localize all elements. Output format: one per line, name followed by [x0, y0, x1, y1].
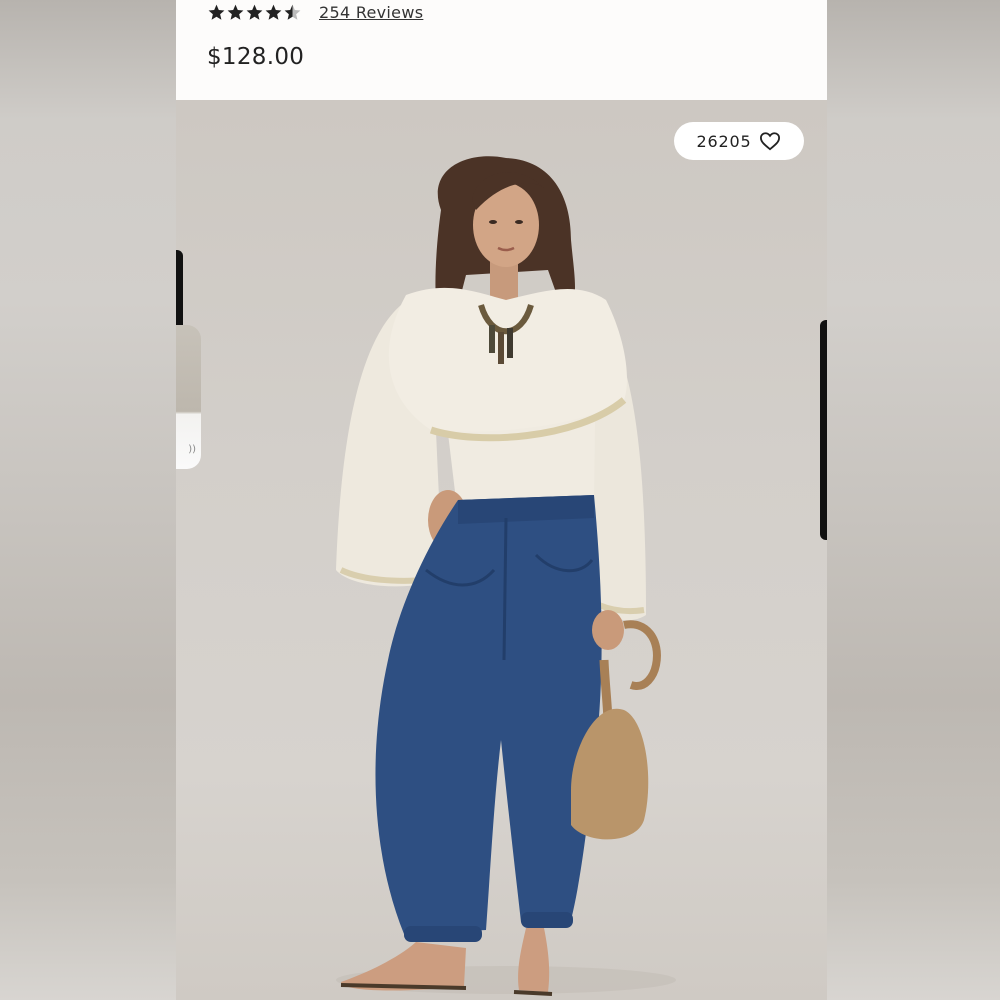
heart-outline-icon	[760, 132, 781, 151]
half-star-icon	[284, 4, 301, 20]
product-screen: 254 Reviews $128.00)) 26205	[176, 0, 827, 1000]
star-icon	[246, 4, 263, 20]
product-info-header: 254 Reviews $128.00	[176, 0, 827, 100]
star-icon	[227, 4, 244, 20]
sound-icon: ))	[188, 444, 196, 455]
background-blur-right	[827, 0, 1000, 1000]
adjacent-card-edge: ))	[176, 325, 201, 469]
rating-row: 254 Reviews	[207, 0, 423, 24]
star-icon	[208, 4, 225, 20]
like-count: 26205	[696, 131, 752, 151]
product-price: $128.00	[207, 44, 305, 70]
like-button[interactable]: 26205	[674, 122, 804, 160]
reviews-link[interactable]: 254 Reviews	[319, 3, 423, 22]
product-photo[interactable]: )) 26205	[176, 100, 827, 1000]
adjacent-screen-edge-right	[820, 320, 827, 540]
star-icon	[265, 4, 282, 20]
star-rating	[207, 3, 302, 22]
model-photo	[336, 156, 676, 996]
background-blur-left	[0, 0, 176, 1000]
